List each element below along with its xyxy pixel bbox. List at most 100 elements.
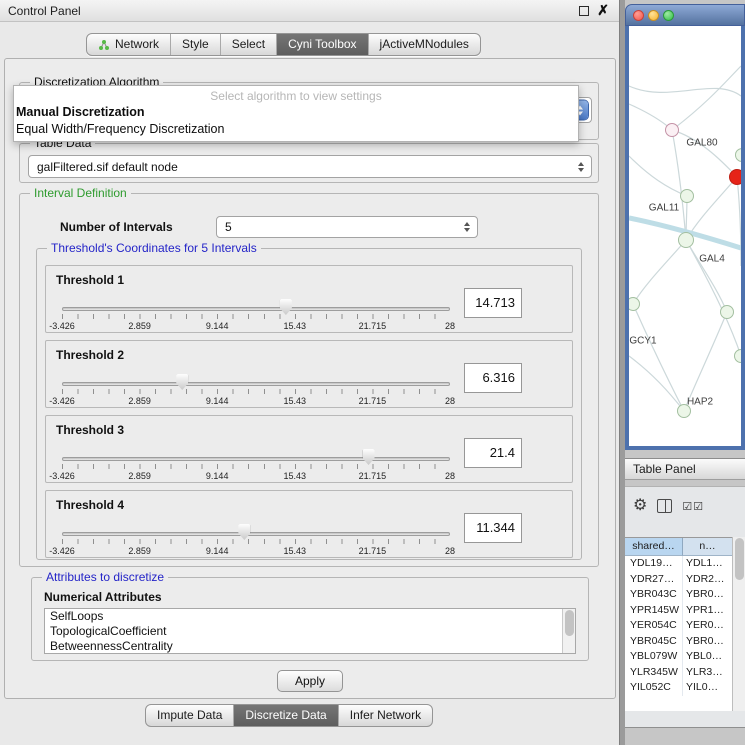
- threshold-4-slider[interactable]: -3.4262.8599.14415.4321.71528: [62, 525, 450, 557]
- threshold-2-slider[interactable]: -3.4262.8599.14415.4321.71528: [62, 375, 450, 407]
- network-node-label: GAL80: [686, 138, 717, 149]
- table-cell[interactable]: YER054C: [625, 618, 683, 634]
- table-cell[interactable]: YBR043C: [625, 587, 683, 603]
- tab-select[interactable]: Select: [221, 34, 277, 55]
- network-node[interactable]: [626, 297, 640, 311]
- tab-infer-network[interactable]: Infer Network: [339, 705, 432, 726]
- group-title: Attributes to discretize: [42, 570, 168, 584]
- table-row[interactable]: YBR045CYBR0…: [625, 634, 732, 650]
- table-scrollbar[interactable]: [732, 537, 745, 711]
- table-cell[interactable]: YER0…: [683, 618, 732, 634]
- table-row[interactable]: YLR345WYLR3…: [625, 665, 732, 681]
- table-data-select[interactable]: galFiltered.sif default node: [28, 155, 592, 178]
- zoom-traffic-light-icon[interactable]: [663, 10, 674, 21]
- table-panel-header[interactable]: Table Panel: [625, 458, 745, 480]
- table-cell[interactable]: YBL0…: [683, 649, 732, 665]
- close-traffic-light-icon[interactable]: [633, 10, 644, 21]
- tab-label: Infer Network: [350, 705, 421, 726]
- tick-label: 21.715: [359, 546, 387, 556]
- columns-icon[interactable]: [657, 499, 672, 513]
- algorithm-option[interactable]: Manual Discretization: [14, 104, 578, 121]
- table-row[interactable]: YIL052CYIL0…: [625, 680, 732, 696]
- threshold-label: Threshold 3: [56, 423, 124, 437]
- table-row[interactable]: YER054CYER0…: [625, 618, 732, 634]
- network-window-titlebar[interactable]: [625, 4, 745, 26]
- tab-style[interactable]: Style: [171, 34, 221, 55]
- tab-impute-data[interactable]: Impute Data: [146, 705, 234, 726]
- table-cell[interactable]: YPR1…: [683, 603, 732, 619]
- tab-label: Select: [232, 34, 265, 55]
- network-node[interactable]: [678, 232, 694, 248]
- network-node[interactable]: [735, 148, 745, 162]
- thresholds-group: Threshold's Coordinates for 5 Intervals …: [36, 248, 582, 560]
- gear-icon[interactable]: ⚙: [633, 498, 647, 514]
- threshold-3-slider[interactable]: -3.4262.8599.14415.4321.71528: [62, 450, 450, 482]
- column-header-name[interactable]: n…: [683, 538, 732, 556]
- apply-button[interactable]: Apply: [277, 670, 343, 692]
- network-node[interactable]: [720, 305, 734, 319]
- table-header-row: shared… n…: [625, 538, 732, 556]
- threshold-value-field[interactable]: 6.316: [464, 363, 522, 393]
- attributes-listbox[interactable]: SelfLoopsTopologicalCoefficientBetweenne…: [44, 608, 576, 654]
- network-node[interactable]: [729, 169, 745, 185]
- tick-label: -3.426: [49, 321, 75, 331]
- tick-label: 21.715: [359, 471, 387, 481]
- tab-label: Cyni Toolbox: [288, 34, 356, 55]
- table-cell[interactable]: YDR27…: [625, 572, 683, 588]
- table-cell[interactable]: YBR0…: [683, 634, 732, 650]
- table-row[interactable]: YBL079WYBL0…: [625, 649, 732, 665]
- table-cell[interactable]: YLR3…: [683, 665, 732, 681]
- checkbox-icons[interactable]: ☑☑: [682, 500, 704, 513]
- threshold-1-slider[interactable]: -3.4262.8599.14415.4321.71528: [62, 300, 450, 332]
- table-row[interactable]: YDL19…YDL1…: [625, 556, 732, 572]
- list-scrollbar[interactable]: [562, 609, 575, 653]
- table-cell[interactable]: YDR2…: [683, 572, 732, 588]
- network-canvas[interactable]: GAL80GAL11GAL4GCY1HAP2: [625, 26, 745, 450]
- tick-label: 2.859: [128, 546, 151, 556]
- combo-value: 5: [225, 220, 232, 234]
- table-cell[interactable]: YPR145W: [625, 603, 683, 619]
- threshold-value-field[interactable]: 21.4: [464, 438, 522, 468]
- dropdown-placeholder: Select algorithm to view settings: [14, 86, 578, 104]
- attribute-list-item[interactable]: TopologicalCoefficient: [45, 624, 575, 639]
- threshold-value-field[interactable]: 11.344: [464, 513, 522, 543]
- network-node[interactable]: [734, 349, 745, 363]
- scrollbar-thumb[interactable]: [735, 538, 744, 580]
- number-of-intervals-select[interactable]: 5: [216, 216, 478, 238]
- attribute-list-item[interactable]: SelfLoops: [45, 609, 575, 624]
- control-panel-titlebar[interactable]: Control Panel ✗: [0, 0, 619, 22]
- table-cell[interactable]: YBL079W: [625, 649, 683, 665]
- tick-label: 28: [445, 471, 455, 481]
- table-cell[interactable]: YBR045C: [625, 634, 683, 650]
- table-cell[interactable]: YBR0…: [683, 587, 732, 603]
- table-row[interactable]: YPR145WYPR1…: [625, 603, 732, 619]
- tick-label: 9.144: [206, 546, 229, 556]
- threshold-value-field[interactable]: 14.713: [464, 288, 522, 318]
- network-view-window: GAL80GAL11GAL4GCY1HAP2: [625, 4, 745, 450]
- tab-discretize-data[interactable]: Discretize Data: [234, 705, 338, 726]
- algorithm-option[interactable]: Equal Width/Frequency Discretization: [14, 121, 578, 138]
- tab-jactivemnodules[interactable]: jActiveMNodules: [369, 34, 480, 55]
- control-panel-window: Control Panel ✗ Network Style Select Cyn…: [0, 0, 620, 745]
- float-window-icon[interactable]: [579, 6, 589, 16]
- algorithm-dropdown: Select algorithm to view settings Manual…: [13, 85, 579, 142]
- table-cell[interactable]: YIL052C: [625, 680, 683, 696]
- tab-network[interactable]: Network: [87, 34, 171, 55]
- network-node[interactable]: [680, 189, 694, 203]
- close-icon[interactable]: ✗: [597, 2, 609, 19]
- column-header-shared-name[interactable]: shared…: [625, 538, 683, 556]
- scrollbar-thumb[interactable]: [565, 610, 574, 636]
- minimize-traffic-light-icon[interactable]: [648, 10, 659, 21]
- table-cell[interactable]: YLR345W: [625, 665, 683, 681]
- tick-label: 9.144: [206, 396, 229, 406]
- attribute-list-item[interactable]: BetweennessCentrality: [45, 639, 575, 654]
- table-row[interactable]: YBR043CYBR0…: [625, 587, 732, 603]
- table-cell[interactable]: YDL19…: [625, 556, 683, 572]
- table-cell[interactable]: YIL0…: [683, 680, 732, 696]
- network-icon: [98, 39, 110, 51]
- slider-tick-labels: -3.4262.8599.14415.4321.71528: [62, 300, 450, 332]
- table-row[interactable]: YDR27…YDR2…: [625, 572, 732, 588]
- network-node[interactable]: [665, 123, 679, 137]
- table-cell[interactable]: YDL1…: [683, 556, 732, 572]
- tab-cyni-toolbox[interactable]: Cyni Toolbox: [277, 34, 368, 55]
